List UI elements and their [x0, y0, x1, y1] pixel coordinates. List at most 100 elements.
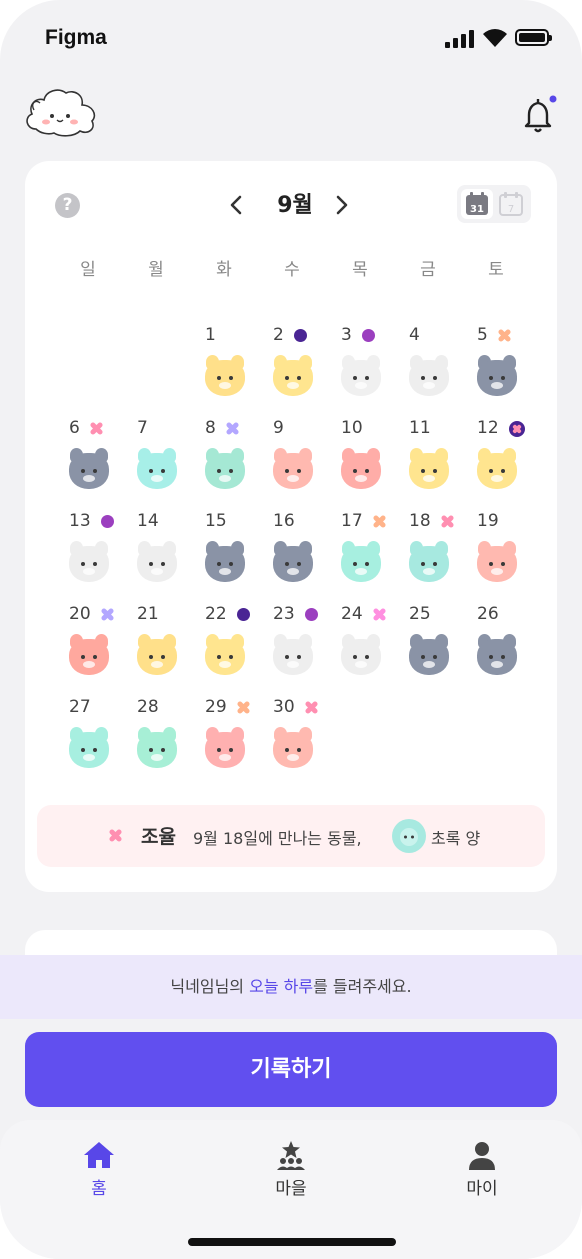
dog-icon — [135, 634, 179, 676]
dragon-icon — [339, 355, 383, 397]
month-view-calendar-icon[interactable]: 31 — [461, 189, 493, 219]
sheep-icon — [407, 541, 451, 583]
calendar-day[interactable]: 4 — [401, 325, 461, 411]
calendar-day[interactable]: 6 — [61, 418, 121, 504]
svg-text:7: 7 — [508, 204, 514, 215]
day-number: 5 — [477, 325, 488, 345]
horse-icon — [339, 541, 383, 583]
carrier-label: Figma — [45, 26, 107, 49]
day-number: 23 — [273, 604, 295, 624]
pig-icon — [203, 634, 247, 676]
cross-marker-icon — [373, 608, 386, 621]
calendar-day[interactable]: 2 — [265, 325, 325, 411]
calendar-day[interactable]: 8 — [197, 418, 257, 504]
calendar-day[interactable]: 5 — [469, 325, 529, 411]
tab-my[interactable]: 마이 — [442, 1140, 522, 1200]
calendar-card: ? 9월 31 7 일월화수목금토 1 2 3 4 5 6 7 8 9 10 11 12 13 14 15 1… — [25, 161, 557, 892]
day-number: 21 — [137, 604, 159, 624]
calendar-day[interactable]: 17 — [333, 511, 393, 597]
calendar-day[interactable]: 21 — [129, 604, 189, 690]
tab-home[interactable]: 홈 — [59, 1140, 139, 1200]
calendar-day[interactable]: 10 — [333, 418, 393, 504]
calendar-day[interactable]: 27 — [61, 697, 121, 783]
weekday-label: 일 — [80, 260, 96, 280]
monkey-icon — [475, 541, 519, 583]
banner-prefix: 닉네임님의 — [170, 977, 250, 996]
horse-icon — [203, 727, 247, 769]
calendar-day[interactable]: 23 — [265, 604, 325, 690]
calendar-day[interactable]: 16 — [265, 511, 325, 597]
day-number: 30 — [273, 697, 295, 717]
mood-dot-icon — [305, 608, 318, 621]
day-number: 7 — [137, 418, 148, 438]
cross-marker-icon — [305, 701, 318, 714]
day-number: 3 — [341, 325, 352, 345]
selected-day-info[interactable]: 조율 9월 18일에 만나는 동물, 초록 양 — [37, 805, 545, 867]
day-number: 18 — [409, 511, 431, 531]
tab-village[interactable]: 마을 — [251, 1140, 331, 1200]
cross-marker-icon — [498, 329, 511, 342]
ox-icon — [339, 634, 383, 676]
ox-icon — [475, 448, 519, 490]
phone-screen: Figma ? 9 월 31 7 일 월 화 수 목 금 토 1 2 3 4 5 … — [0, 0, 582, 1259]
help-icon[interactable]: ? — [55, 193, 80, 218]
day-number: 19 — [477, 511, 499, 531]
calendar-day[interactable]: 24 — [333, 604, 393, 690]
horse-icon — [475, 355, 519, 397]
person-icon — [469, 1142, 495, 1170]
calendar-day[interactable]: 22 — [197, 604, 257, 690]
wifi-icon — [483, 29, 507, 47]
chevron-left-icon[interactable] — [225, 193, 249, 217]
weekday-label: 월 — [148, 260, 164, 280]
tab-label-village: 마을 — [275, 1179, 307, 1199]
calendar-day[interactable]: 12 — [469, 418, 529, 504]
tab-label-my: 마이 — [466, 1179, 498, 1199]
rabbit-icon — [271, 355, 315, 397]
day-number: 6 — [69, 418, 80, 438]
pig-icon — [339, 448, 383, 490]
day-number: 26 — [477, 604, 499, 624]
weekday-label: 금 — [420, 260, 436, 280]
bell-icon[interactable] — [522, 95, 558, 135]
calendar-day[interactable]: 19 — [469, 511, 529, 597]
calendar-day[interactable]: 3 — [333, 325, 393, 411]
banner-suffix: 를 들려주세요. — [313, 977, 412, 996]
calendar-day[interactable]: 11 — [401, 418, 461, 504]
day-number: 10 — [341, 418, 363, 438]
calendar-day[interactable]: 13 — [61, 511, 121, 597]
calendar-day[interactable]: 28 — [129, 697, 189, 783]
rooster-icon — [67, 634, 111, 676]
info-text: 9월 18일에 만나는 동물, — [193, 829, 362, 848]
sheep-icon — [271, 727, 315, 769]
mood-dot-icon — [294, 329, 307, 342]
calendar-day[interactable]: 30 — [265, 697, 325, 783]
calendar-day[interactable]: 29 — [197, 697, 257, 783]
calendar-day[interactable]: 1 — [197, 325, 257, 411]
record-button[interactable]: 기록하기 — [25, 1032, 557, 1107]
cellular-signal-icon — [445, 30, 475, 48]
mouse-icon — [271, 634, 315, 676]
info-title: 조율 — [141, 826, 176, 848]
cross-marker-icon — [90, 422, 103, 435]
calendar-day[interactable]: 20 — [61, 604, 121, 690]
calendar-day[interactable]: 14 — [129, 511, 189, 597]
day-number: 4 — [409, 325, 420, 345]
chevron-right-icon[interactable] — [329, 193, 353, 217]
cloud-mascot-icon[interactable] — [22, 85, 102, 143]
day-number: 15 — [205, 511, 227, 531]
calendar-day[interactable]: 9 — [265, 418, 325, 504]
mood-dot-icon — [237, 608, 250, 621]
snake-icon — [271, 541, 315, 583]
dog-icon — [271, 448, 315, 490]
snake-icon — [135, 727, 179, 769]
week-view-calendar-icon[interactable]: 7 — [495, 189, 527, 219]
calendar-day[interactable]: 7 — [129, 418, 189, 504]
day-number: 24 — [341, 604, 363, 624]
calendar-day[interactable]: 26 — [469, 604, 529, 690]
calendar-day[interactable]: 25 — [401, 604, 461, 690]
cross-marker-icon — [237, 701, 250, 714]
calendar-day[interactable]: 15 — [197, 511, 257, 597]
monkey-icon — [135, 448, 179, 490]
calendar-day[interactable]: 18 — [401, 511, 461, 597]
info-animal-name: 초록 양 — [431, 829, 481, 848]
